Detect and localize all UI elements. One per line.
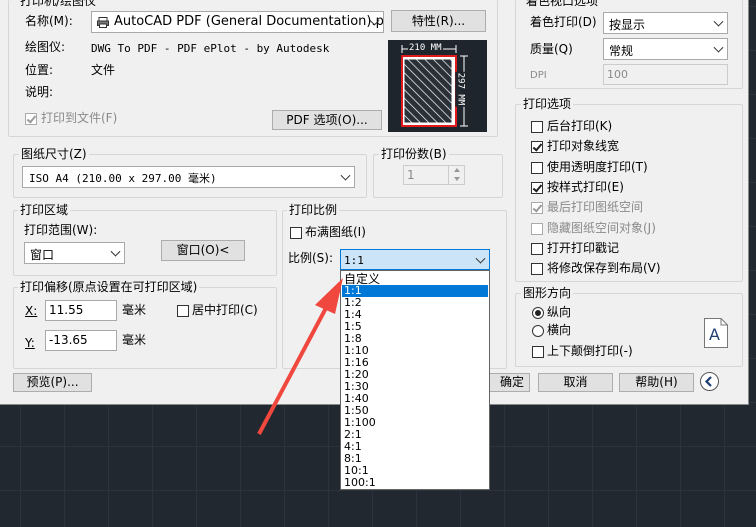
annotation-arrow <box>257 278 343 435</box>
arrow-head <box>315 278 343 314</box>
arrow-shaft <box>257 307 328 435</box>
